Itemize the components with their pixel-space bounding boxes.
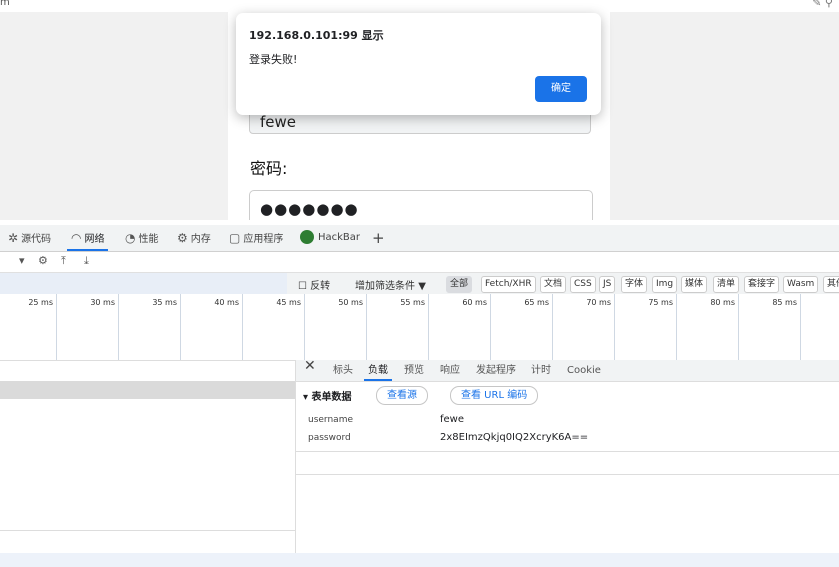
network-toolbar: ▾ ⚙ ⤒ ⤓ [0, 252, 839, 272]
tab-memory[interactable]: ⚙ 内存 [177, 225, 211, 251]
timeline-tick: 50 ms [305, 294, 367, 360]
divider [296, 451, 839, 452]
bug-icon: ✲ [8, 231, 19, 245]
request-list [0, 360, 296, 553]
network-conditions-icon[interactable]: ⚙ [38, 254, 48, 267]
gear-icon: ⚙ [177, 231, 188, 245]
timeline-tick: 80 ms [677, 294, 739, 360]
chip-font[interactable]: 字体 [621, 276, 648, 293]
chevron-down-icon: ▼ [418, 281, 426, 292]
timeline-tick: 65 ms [491, 294, 553, 360]
tab-initiator[interactable]: 发起程序 [476, 360, 516, 381]
tab-network[interactable]: ◠ 网络 [67, 225, 109, 251]
timeline-tick: 60 ms [429, 294, 491, 360]
wifi-icon: ◠ [71, 231, 82, 245]
chip-fetch-xhr[interactable]: Fetch/XHR [481, 276, 536, 293]
tab-cookie[interactable]: Cookie [567, 360, 601, 381]
timeline-tick: 85 ms [739, 294, 801, 360]
alert-dialog: 192.168.0.101:99 显示 登录失败! 确定 [236, 13, 601, 115]
ok-button[interactable]: 确定 [535, 76, 587, 102]
timeline-tick: 25 ms [0, 294, 57, 360]
tab-headers[interactable]: 标头 [333, 360, 353, 381]
dialog-title: 192.168.0.101:99 显示 [249, 29, 384, 42]
tab-payload[interactable]: 负载 [364, 360, 392, 381]
devtools-tabbar: ✲ 源代码 ◠ 网络 ◔ 性能 ⚙ 内存 ▢ 应用程序 HackBar + [0, 225, 839, 252]
timeline-tick: 55 ms [367, 294, 429, 360]
chip-manifest[interactable]: 清单 [713, 276, 740, 293]
invert-checkbox[interactable]: ☐ 反转 [298, 277, 330, 292]
selected-request-row[interactable] [0, 381, 295, 399]
chip-img[interactable]: Img [652, 276, 678, 293]
timeline-tick: 45 ms [243, 294, 305, 360]
export-har-icon[interactable]: ⤓ [84, 254, 89, 268]
chip-wasm[interactable]: Wasm [783, 276, 819, 293]
request-detail-tabs: ✕ 标头 负载 预览 响应 发起程序 计时 Cookie [296, 358, 839, 382]
timeline-overview[interactable]: 25 ms 30 ms 35 ms 40 ms 45 ms 50 ms 55 m… [0, 294, 839, 361]
chip-all[interactable]: 全部 [446, 276, 473, 293]
chip-media[interactable]: 媒体 [681, 276, 708, 293]
tab-performance[interactable]: ◔ 性能 [125, 225, 158, 251]
chip-other[interactable]: 其他 [823, 276, 839, 293]
toolbar-icons[interactable]: ✎ ⚲ [812, 0, 833, 9]
view-source-button[interactable]: 查看源 [376, 386, 428, 405]
timeline-tick: 30 ms [57, 294, 119, 360]
hackbar-logo-icon [300, 230, 314, 244]
tab-application[interactable]: ▢ 应用程序 [229, 225, 283, 251]
more-filters-dropdown[interactable]: 增加筛选条件 ▼ [355, 277, 426, 292]
plus-icon: + [372, 229, 385, 247]
chip-css[interactable]: CSS [570, 276, 596, 293]
chip-socket[interactable]: 套接字 [744, 276, 780, 293]
form-data-header[interactable]: ▾ 表单数据 [303, 388, 352, 403]
chip-js[interactable]: JS [599, 276, 616, 293]
timeline-tick: 75 ms [615, 294, 677, 360]
filter-bar: ☐ 反转 增加筛选条件 ▼ 全部 Fetch/XHR 文档 CSS JS 字体 … [0, 272, 839, 296]
add-tab-button[interactable]: + [372, 225, 385, 251]
import-har-icon[interactable]: ⤒ [61, 254, 66, 268]
tab-response[interactable]: 响应 [440, 360, 460, 381]
divider [296, 474, 839, 475]
field-key-username: username [308, 415, 353, 425]
view-url-encoded-button[interactable]: 查看 URL 编码 [450, 386, 539, 405]
filter-dropdown-icon[interactable]: ▾ [19, 254, 25, 267]
close-icon[interactable]: ✕ [304, 358, 316, 374]
password-label: 密码: [250, 159, 288, 178]
timeline-tick: 40 ms [181, 294, 243, 360]
devtools-panel: ✲ 源代码 ◠ 网络 ◔ 性能 ⚙ 内存 ▢ 应用程序 HackBar + ▾ ⚙ ⤒ ⤓… [0, 220, 839, 567]
filter-input[interactable] [0, 273, 287, 295]
tab-fragment: m [0, 0, 10, 8]
dialog-message: 登录失败! [249, 53, 298, 66]
payload-panel: ▾ 表单数据 查看源 查看 URL 编码 username fewe passw… [296, 381, 839, 553]
tab-timing[interactable]: 计时 [531, 360, 551, 381]
tab-hackbar[interactable]: HackBar [300, 225, 360, 251]
divider [0, 530, 295, 531]
timeline-tick: 70 ms [553, 294, 615, 360]
status-bar [0, 553, 839, 567]
field-value-password: 2x8EImzQkjq0IQ2XcryK6A== [440, 432, 589, 443]
window-icon: ▢ [229, 231, 241, 245]
field-key-password: password [308, 433, 351, 443]
tab-sources[interactable]: ✲ 源代码 [8, 225, 51, 251]
chip-doc[interactable]: 文档 [540, 276, 567, 293]
gauge-icon: ◔ [125, 231, 136, 245]
tab-preview[interactable]: 预览 [404, 360, 424, 381]
field-value-username: fewe [440, 414, 465, 425]
timeline-tick: 35 ms [119, 294, 181, 360]
